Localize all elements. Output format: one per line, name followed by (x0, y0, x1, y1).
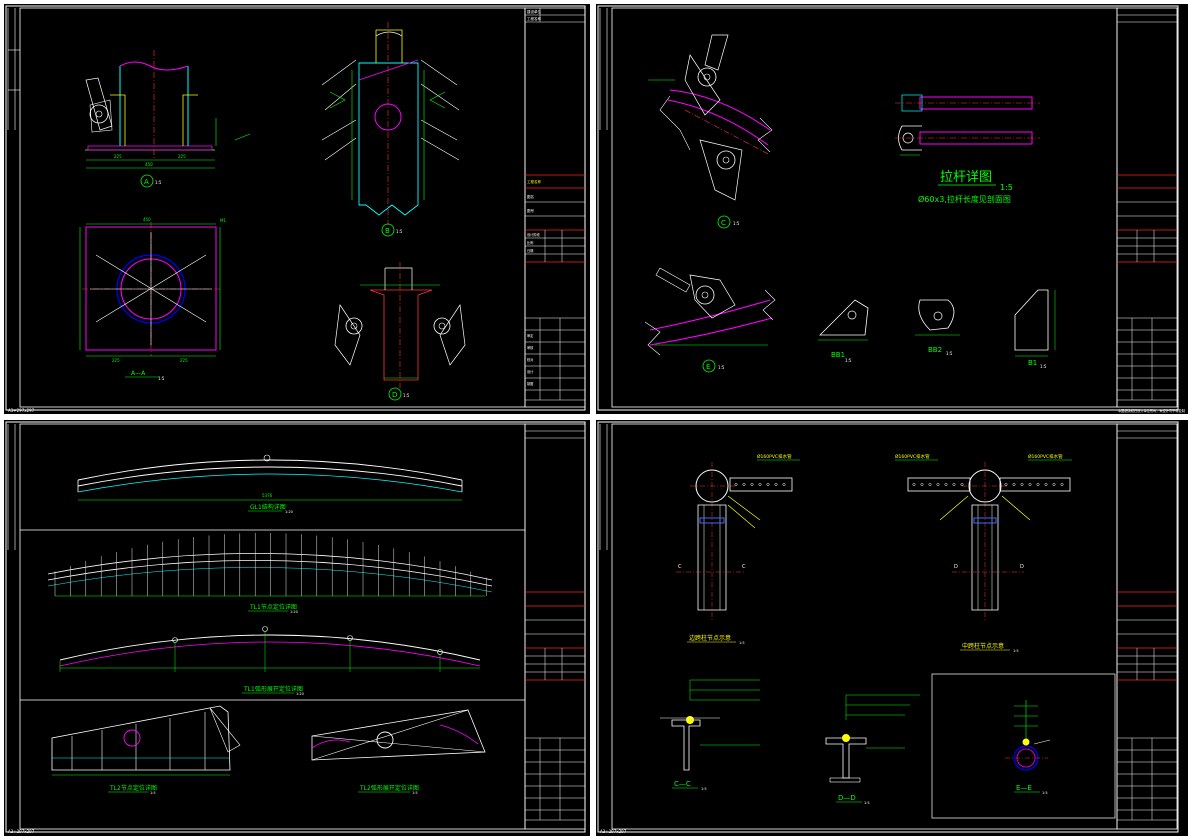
tl2-unfold-title: TL2弧形展开定位详图 (359, 784, 419, 792)
dim-450: 450 (145, 162, 153, 167)
gl-scale: 1:20 (285, 510, 293, 514)
svg-text:D: D (954, 564, 958, 570)
sheet-1: 建设单位 工程名称 工程名称 图名 图号 设计阶段 比例 日期 审定 审核 校对… (4, 4, 590, 414)
rod-scale: 1:5 (1000, 183, 1013, 192)
rod-note: Ø60x3,拉杆长度见剖面图 (918, 194, 1011, 204)
bb1-label: BB1 (831, 351, 845, 359)
sheet-4: A3+297x297 C C Ø160PVC排水管 边跨柱节点示意 1:5 D … (596, 420, 1188, 836)
tl2-scale: 1:5 (150, 791, 156, 795)
dim-450-top: 450 (143, 217, 151, 222)
cc-label: C—C (674, 780, 691, 788)
pvc-right-a: Ø160PVC排水管 (895, 453, 930, 460)
view-c-label: C (721, 219, 726, 227)
sheet4-footer: A3+297x297 (600, 829, 627, 834)
pvc-left-label: Ø160PVC排水管 (757, 453, 792, 460)
tl2-unfold-scale: 1:5 (412, 791, 418, 795)
view-c-scale: 1:5 (733, 221, 740, 226)
svg-text:C: C (742, 564, 746, 570)
ee-label: E—E (1016, 784, 1032, 792)
sheet1-footer: A3+297x297 (8, 408, 35, 413)
sheet-3: A3+297x297 5376 GL1结构详图 1:20 TL1节点定位详图 1… (4, 420, 590, 836)
b1-label: B1 (1028, 359, 1037, 367)
view-a-label: A (144, 178, 149, 186)
rod-title: 拉杆详图 (940, 170, 992, 185)
svg-text:C: C (678, 564, 682, 570)
tb1-mid-2: 图号 (527, 208, 535, 213)
tb1-sign-0: 审定 (527, 333, 534, 338)
dim-225-left: 225 (114, 154, 122, 159)
ee-scale: 1:5 (1042, 791, 1048, 795)
sheet2-footer: 本图纸版权归设计单位所有，未经许可不得复制 (1118, 408, 1185, 413)
bb1-scale: 1:5 (845, 358, 852, 363)
tb1-sign-2: 校对 (527, 357, 534, 362)
gl-dim: 5376 (262, 493, 273, 498)
view-e-scale: 1:5 (718, 365, 725, 370)
tb1-low-2: 日期 (527, 248, 533, 253)
pvc-right-b: Ø160PVC排水管 (1028, 453, 1063, 460)
view-e-label: E (706, 363, 710, 371)
sheet3-footer: A3+297x297 (8, 829, 35, 834)
bb2-label: BB2 (928, 346, 942, 354)
bb2-scale: 1:5 (946, 351, 953, 356)
tb1-sign-4: 制图 (527, 381, 533, 386)
tb1-mid-0: 工程名称 (527, 179, 541, 184)
tb1-sign-1: 审核 (527, 345, 534, 350)
tl1-unfold-scale: 1:20 (296, 692, 304, 696)
svg-text:225: 225 (180, 358, 188, 363)
right-node-title: 中跨柱节点示意 (962, 642, 1004, 650)
tb1-low-0: 设计阶段 (527, 232, 541, 237)
tb1-row-1: 工程名称 (527, 16, 541, 21)
cad-drawing: 建设单位 工程名称 工程名称 图名 图号 设计阶段 比例 日期 审定 审核 校对… (0, 0, 1192, 840)
tb1-sign-3: 设计 (527, 369, 534, 374)
plate-m1: M1 (220, 218, 226, 223)
dim-225-right: 225 (178, 154, 186, 159)
tl1-unfold-title: TL1弧形展开定位详图 (243, 685, 303, 693)
svg-text:D: D (1020, 564, 1024, 570)
gl-title: GL1结构详图 (250, 503, 286, 511)
left-node-title: 边跨柱节点示意 (689, 634, 731, 642)
view-d-scale: 1:5 (403, 393, 410, 398)
view-d-label: D (392, 391, 397, 399)
tb1-low-1: 比例 (527, 240, 533, 245)
dd-label: D—D (838, 794, 856, 802)
tl1-scale: 1:20 (290, 610, 298, 614)
view-aa-label: A—A (131, 370, 146, 377)
dd-scale: 1:5 (864, 801, 870, 805)
tb1-row-0: 建设单位 (527, 9, 541, 14)
cc-scale: 1:5 (701, 787, 707, 791)
view-b-scale: 1:5 (396, 229, 403, 234)
tb1-mid-1: 图名 (527, 194, 534, 199)
b1-scale: 1:5 (1040, 364, 1047, 369)
sheet-2: 本图纸版权归设计单位所有，未经许可不得复制 C 1:5 拉杆详图 1:5 Ø60… (596, 4, 1188, 414)
right-node-scale: 1:5 (1013, 649, 1019, 653)
view-a-scale: 1:5 (155, 180, 162, 185)
left-node-scale: 1:5 (739, 641, 745, 645)
view-b-label: B (385, 227, 390, 235)
svg-text:225: 225 (112, 358, 120, 363)
cad-canvas: 建设单位 工程名称 工程名称 图名 图号 设计阶段 比例 日期 审定 审核 校对… (0, 0, 1192, 840)
